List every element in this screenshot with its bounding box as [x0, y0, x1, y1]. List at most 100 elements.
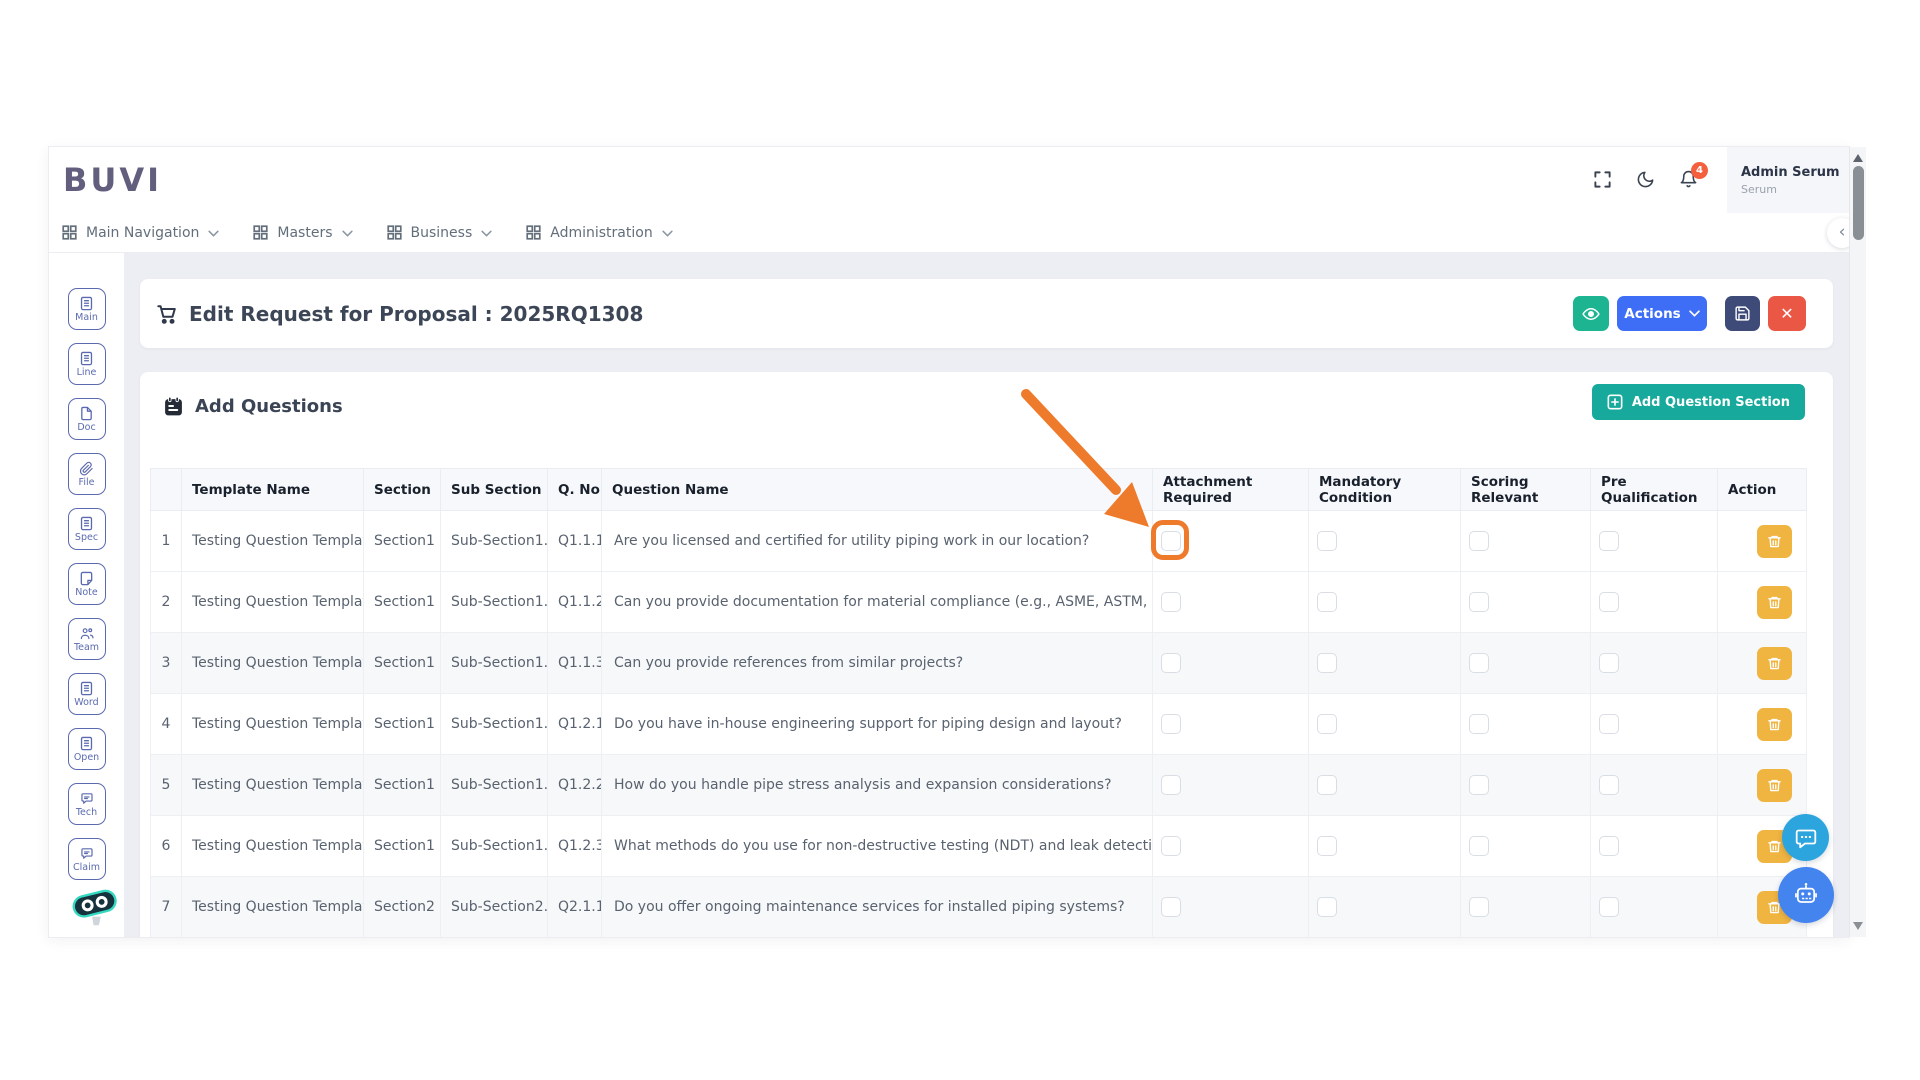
cell-action: [1718, 694, 1807, 755]
scoring-relevant-checkbox[interactable]: [1469, 836, 1489, 856]
mandatory-condition-checkbox[interactable]: [1317, 592, 1337, 612]
sidebar-item-team[interactable]: Team: [68, 618, 106, 660]
mandatory-condition-checkbox[interactable]: [1317, 897, 1337, 917]
cell-q-no: Q2.1.1: [548, 877, 602, 938]
close-button[interactable]: ✕: [1768, 296, 1806, 331]
pre-qualification-checkbox[interactable]: [1599, 775, 1619, 795]
chevron-down-icon: [208, 230, 219, 237]
mandatory-condition-checkbox[interactable]: [1317, 775, 1337, 795]
save-button[interactable]: [1725, 296, 1760, 331]
attachment-required-checkbox[interactable]: [1161, 836, 1181, 856]
scroll-up-arrow[interactable]: [1853, 154, 1863, 162]
cell-question-name: Can you provide documentation for materi…: [602, 572, 1153, 633]
scoring-relevant-checkbox[interactable]: [1469, 531, 1489, 551]
nav-item-label: Administration: [550, 225, 652, 241]
delete-question-button[interactable]: [1757, 647, 1792, 680]
attachment-required-checkbox[interactable]: [1161, 653, 1181, 673]
cell-scoring-relevant: [1461, 877, 1591, 938]
attachment-required-checkbox[interactable]: [1161, 592, 1181, 612]
sidebar-item-tech[interactable]: Tech: [68, 783, 106, 825]
chat-icon: [79, 846, 94, 861]
cell-q-no: Q1.2.1: [548, 694, 602, 755]
vertical-scrollbar: [1849, 147, 1866, 937]
trash-icon: [1767, 717, 1782, 732]
cell-q-no: Q1.1.3: [548, 633, 602, 694]
delete-question-button[interactable]: [1757, 708, 1792, 741]
cell-sub-section: Sub-Section1.1: [441, 633, 548, 694]
mandatory-condition-checkbox[interactable]: [1317, 531, 1337, 551]
attachment-required-checkbox[interactable]: [1161, 714, 1181, 734]
nav-item-main-navigation[interactable]: Main Navigation: [62, 225, 219, 241]
cell-q-no: Q1.1.2: [548, 572, 602, 633]
chat-widget-button[interactable]: [1782, 814, 1829, 861]
cell-section: Section1: [364, 511, 441, 572]
pre-qualification-checkbox[interactable]: [1599, 653, 1619, 673]
scoring-relevant-checkbox[interactable]: [1469, 592, 1489, 612]
nav-item-masters[interactable]: Masters: [253, 225, 352, 241]
notifications-icon[interactable]: 4: [1679, 170, 1699, 190]
fullscreen-icon[interactable]: [1593, 170, 1613, 190]
cell-attachment-required: [1153, 877, 1309, 938]
add-question-section-button[interactable]: Add Question Section: [1592, 384, 1805, 420]
page-icon: [79, 406, 94, 421]
trash-icon: [1767, 839, 1782, 854]
brand-logo[interactable]: BUVI: [63, 161, 162, 199]
sidebar-item-note[interactable]: Note: [68, 563, 106, 605]
delete-question-button[interactable]: [1757, 586, 1792, 619]
dark-mode-icon[interactable]: [1636, 170, 1656, 190]
scoring-relevant-checkbox[interactable]: [1469, 897, 1489, 917]
actions-dropdown-button[interactable]: Actions: [1617, 296, 1707, 331]
file-text-icon: [79, 296, 94, 311]
nav-item-business[interactable]: Business: [387, 225, 493, 241]
scroll-down-arrow[interactable]: [1853, 922, 1863, 930]
mandatory-condition-checkbox[interactable]: [1317, 714, 1337, 734]
cell-attachment-required: [1153, 572, 1309, 633]
sidebar-item-main[interactable]: Main: [68, 288, 106, 330]
pre-qualification-checkbox[interactable]: [1599, 836, 1619, 856]
sidebar-item-spec[interactable]: Spec: [68, 508, 106, 550]
pre-qualification-checkbox[interactable]: [1599, 897, 1619, 917]
sidebar-item-label: Claim: [73, 863, 100, 873]
scrollbar-thumb[interactable]: [1853, 166, 1864, 240]
column-header: Pre Qualification: [1591, 469, 1718, 511]
sidebar-item-doc[interactable]: Doc: [68, 398, 106, 440]
cart-icon: [156, 303, 178, 325]
scoring-relevant-checkbox[interactable]: [1469, 714, 1489, 734]
cell-action: [1718, 755, 1807, 816]
file-text-icon: [79, 351, 94, 366]
nav-item-administration[interactable]: Administration: [526, 225, 672, 241]
chatbot-mascot[interactable]: [69, 885, 121, 927]
mandatory-condition-checkbox[interactable]: [1317, 836, 1337, 856]
app-header: BUVI 4 Admin Serum Serum: [49, 147, 1849, 213]
mandatory-condition-checkbox[interactable]: [1317, 653, 1337, 673]
sidebar-item-open[interactable]: Open: [68, 728, 106, 770]
delete-question-button[interactable]: [1757, 769, 1792, 802]
cell-attachment-required: [1153, 694, 1309, 755]
scoring-relevant-checkbox[interactable]: [1469, 653, 1489, 673]
pre-qualification-checkbox[interactable]: [1599, 592, 1619, 612]
sidebar-item-file[interactable]: File: [68, 453, 106, 495]
chatbot-widget-button[interactable]: [1778, 867, 1834, 923]
user-menu[interactable]: Admin Serum Serum: [1727, 147, 1849, 213]
preview-button[interactable]: [1573, 296, 1609, 331]
attachment-required-checkbox[interactable]: [1161, 775, 1181, 795]
scoring-relevant-checkbox[interactable]: [1469, 775, 1489, 795]
cell-attachment-required: [1153, 633, 1309, 694]
pre-qualification-checkbox[interactable]: [1599, 531, 1619, 551]
table-header-row: Template Name Section Sub Section Q. No …: [151, 469, 1807, 511]
table-row: 1 Testing Question Template Section1 Sub…: [151, 511, 1807, 572]
column-header: Q. No: [548, 469, 602, 511]
sidebar-item-claim[interactable]: Claim: [68, 838, 106, 880]
cell-pre-qualification: [1591, 755, 1718, 816]
sidebar-item-label: Spec: [75, 533, 98, 543]
pre-qualification-checkbox[interactable]: [1599, 714, 1619, 734]
delete-question-button[interactable]: [1757, 525, 1792, 558]
column-header: Attachment Required: [1153, 469, 1309, 511]
attachment-required-checkbox[interactable]: [1161, 897, 1181, 917]
trash-icon: [1767, 534, 1782, 549]
sidebar-item-label: Line: [77, 368, 97, 378]
sidebar-item-line[interactable]: Line: [68, 343, 106, 385]
main-navbar: Main Navigation Masters Business Adminis…: [49, 213, 1849, 253]
sidebar-item-word[interactable]: Word: [68, 673, 106, 715]
table-row: 5 Testing Question Template Section1 Sub…: [151, 755, 1807, 816]
